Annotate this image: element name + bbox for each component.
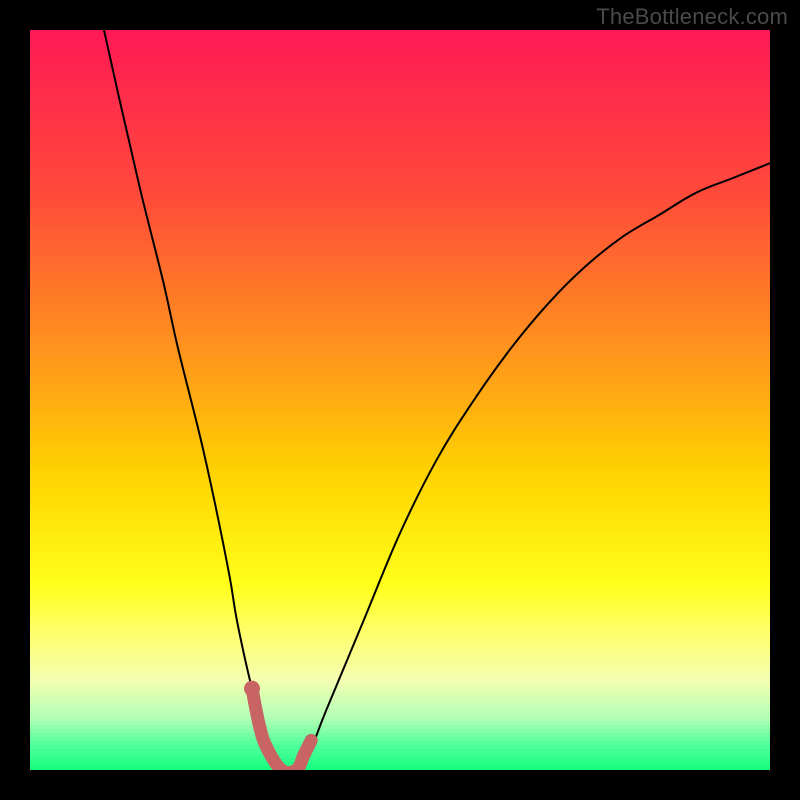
chart-frame: TheBottleneck.com — [0, 0, 800, 800]
highlight-segment — [252, 689, 311, 770]
watermark-text: TheBottleneck.com — [596, 4, 788, 30]
highlight-dot — [244, 681, 260, 697]
curve-layer — [30, 30, 770, 770]
plot-area — [30, 30, 770, 770]
bottleneck-curve — [104, 30, 770, 770]
